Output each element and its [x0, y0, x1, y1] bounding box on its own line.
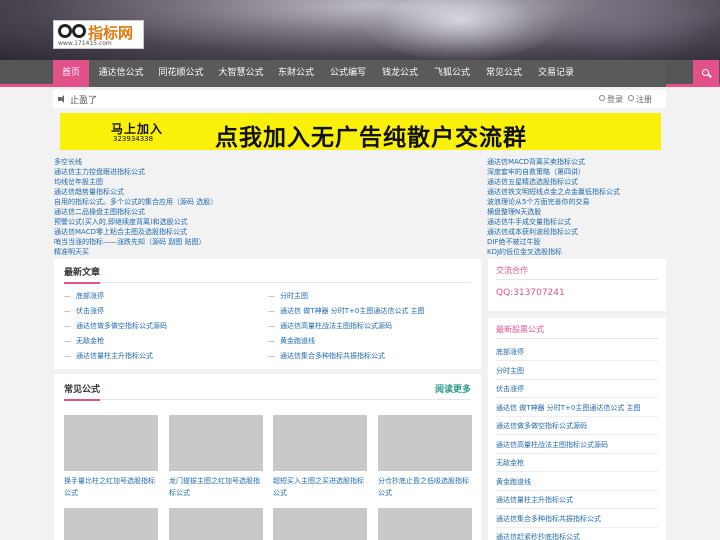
article-link[interactable]: — 通达信 做T神器 分时T+0主图通达信公式 主图 [268, 306, 425, 316]
nav-item-dzh[interactable]: 大智慧公式 [213, 60, 269, 87]
formula-caption[interactable]: 超短买入主图之买进选股指标公式 [273, 475, 369, 499]
contact-title: 交流合作 [496, 266, 528, 275]
list-item[interactable]: 通达信量柱主升指标公式 [496, 495, 573, 505]
join-group-banner[interactable]: 马上加入 323934338 点我加入无广告纯散户交流群 [60, 113, 661, 150]
register-icon [628, 95, 634, 101]
list-item[interactable]: 黄金跑道线 [496, 477, 531, 487]
list-item[interactable]: 通达信五星精选选股指标公式 [487, 177, 620, 187]
formula-caption[interactable]: 龙门提拔主图之红加号选股指标公式 [169, 475, 265, 499]
formula-thumbnail[interactable] [378, 415, 472, 471]
logo-url: www.171415.com [58, 40, 112, 47]
common-formulas-card: 常见公式 阅读更多 换手量比柱之红加号选股指标公式 龙门提拔主图之红加号选股指标… [54, 374, 481, 540]
list-item[interactable]: 通达信牛手成交量指标公式 [487, 217, 620, 227]
formula-thumbnail[interactable] [169, 508, 263, 540]
list-item[interactable]: 横盘整理N天选股 [487, 207, 620, 217]
banner-big-text: 点我加入无广告纯散户交流群 [215, 125, 527, 150]
nav-item-write[interactable]: 公式编写 [325, 60, 371, 87]
formula-caption[interactable]: 换手量比柱之红加号选股指标公式 [64, 475, 160, 499]
article-link[interactable]: — 黄金跑道线 [268, 336, 315, 346]
list-item[interactable]: 多空长线 [54, 157, 217, 167]
nav-item-tdx[interactable]: 通达信公式 [93, 60, 149, 87]
article-link[interactable]: — 伏击涨停 [64, 306, 104, 316]
contact-qq: QQ:313707241 [496, 288, 565, 298]
banner-qq: 323934338 [113, 135, 154, 143]
formula-thumbnail[interactable] [64, 415, 158, 471]
list-item[interactable]: 自用的指标公式。多个公式的集合应用（源码 选股） [54, 197, 217, 207]
formula-thumbnail[interactable] [378, 508, 472, 540]
list-item[interactable]: 无敌金枪 [496, 458, 524, 468]
nav-item-ql[interactable]: 钱龙公式 [377, 60, 423, 87]
glasses-icon [58, 24, 88, 38]
site-logo[interactable]: 指标网 www.171415.com [53, 20, 144, 49]
article-link[interactable]: — 无敌金枪 [64, 336, 104, 346]
article-link[interactable]: — 通达信集合多种指标共振指标公式 [268, 351, 385, 361]
article-link[interactable]: — 分时主图 [268, 291, 308, 301]
list-item[interactable]: 精准明天买 [54, 247, 217, 257]
formula-thumbnail[interactable] [273, 508, 367, 540]
formula-thumbnail[interactable] [169, 415, 263, 471]
list-item[interactable]: 通达信MACD零上粘合主图及选股指标公式 [54, 227, 217, 237]
formula-thumbnail[interactable] [273, 415, 367, 471]
newest-formulas-title: 最新股票公式 [496, 325, 544, 334]
common-formulas-title: 常见公式 [64, 385, 101, 395]
list-item[interactable]: 通达信铁文明短线点金之点金赢低指标公式 [487, 187, 620, 197]
nav-item-common[interactable]: 常见公式 [481, 60, 527, 87]
search-button[interactable] [693, 60, 719, 87]
latest-articles-title: 最新文章 [64, 268, 101, 278]
nav-item-trades[interactable]: 交易记录 [533, 60, 579, 87]
list-item[interactable]: 哨当当涨的指标——涨跌先知（源码 副图 贴图） [54, 237, 217, 247]
user-icon [599, 95, 605, 101]
list-item[interactable]: 分时主图 [496, 366, 524, 376]
list-item[interactable]: 预警公式(买入的,即继续度背离)和选股公式 [54, 217, 217, 227]
main-nav: 首页 通达信公式 同花顺公式 大智慧公式 东财公式 公式编写 钱龙公式 飞狐公式… [0, 60, 720, 87]
article-link[interactable]: — 通达信高量柱战法主图指标公式源码 [268, 321, 392, 331]
list-item[interactable]: 均线岔年股主图 [54, 177, 217, 187]
header-cloud [360, 0, 560, 60]
list-item[interactable]: DIF绝不被过牛股 [487, 237, 620, 247]
read-more-link[interactable]: 阅读更多 [435, 382, 471, 395]
notice-message: 止盈了 [70, 96, 98, 106]
list-item[interactable]: KDJ的低位金叉选股指标 [487, 247, 620, 257]
notice-bar: 止盈了 登录 注册 [53, 90, 666, 108]
nav-item-home[interactable]: 首页 [53, 60, 89, 87]
nav-item-dc[interactable]: 东财公式 [273, 60, 319, 87]
list-item[interactable]: 通达信高量柱战法主图指标公式源码 [496, 440, 608, 450]
list-item[interactable]: 深度套牢的自救策略（第四讲） [487, 167, 620, 177]
register-link[interactable]: 注册 [636, 94, 652, 105]
list-item[interactable]: 通达信集合多种指标共振指标公式 [496, 514, 601, 524]
speaker-icon [58, 95, 66, 103]
list-item[interactable]: 通达信MACD背离买卖指标公式 [487, 157, 620, 167]
right-link-list: 通达信MACD背离买卖指标公式 深度套牢的自救策略（第四讲） 通达信五星精选选股… [487, 157, 620, 257]
left-link-list: 多空长线 通达信主力控盘跟进指标公式 均线岔年股主图 通达信趋势量指标公式 自用… [54, 157, 217, 257]
list-item[interactable]: 通达信二品操盘主图指标公式 [54, 207, 217, 217]
list-item[interactable]: 伏击涨停 [496, 384, 524, 394]
contact-card: 交流合作 QQ:313707241 [488, 259, 666, 311]
latest-articles-card: 最新文章 — 底部涨停 — 伏击涨停 — 通达信做多做空指标公式源码 — 无敌金枪 — 通… [54, 259, 481, 369]
list-item[interactable]: 通达信主力控盘跟进指标公式 [54, 167, 217, 177]
newest-formulas-card: 最新股票公式 底部涨停 分时主图 伏击涨停 通达信 做T神器 分时T+0主图通达… [488, 318, 666, 540]
nav-item-fh[interactable]: 飞狐公式 [429, 60, 475, 87]
article-link[interactable]: — 底部涨停 [64, 291, 104, 301]
formula-caption[interactable]: 分仓抄底止盈之低吸选股指标公式 [378, 475, 474, 499]
article-link[interactable]: — 通达信做多做空指标公式源码 [64, 321, 167, 331]
list-item[interactable]: 底部涨停 [496, 347, 524, 357]
site-header: 指标网 www.171415.com [0, 0, 720, 60]
login-link[interactable]: 登录 [607, 94, 623, 105]
formula-thumbnail[interactable] [64, 508, 158, 540]
list-item[interactable]: 通达信赶紧秒抄底指标公式 [496, 532, 580, 540]
nav-bar: 首页 通达信公式 同花顺公式 大智慧公式 东财公式 公式编写 钱龙公式 飞狐公式… [53, 60, 719, 87]
list-item[interactable]: 波浪理论从5个方面完善你的交易 [487, 197, 620, 207]
nav-item-ths[interactable]: 同花顺公式 [153, 60, 209, 87]
list-item[interactable]: 通达信趋势量指标公式 [54, 187, 217, 197]
article-link[interactable]: — 通达信量柱主升指标公式 [64, 351, 153, 361]
list-item[interactable]: 通达信做多做空指标公式源码 [496, 421, 587, 431]
list-item[interactable]: 通达信成本获利波段指标公式 [487, 227, 620, 237]
list-item[interactable]: 通达信 做T神器 分时T+0主图通达信公式 主图 [496, 403, 641, 413]
header-cloud [540, 0, 720, 60]
